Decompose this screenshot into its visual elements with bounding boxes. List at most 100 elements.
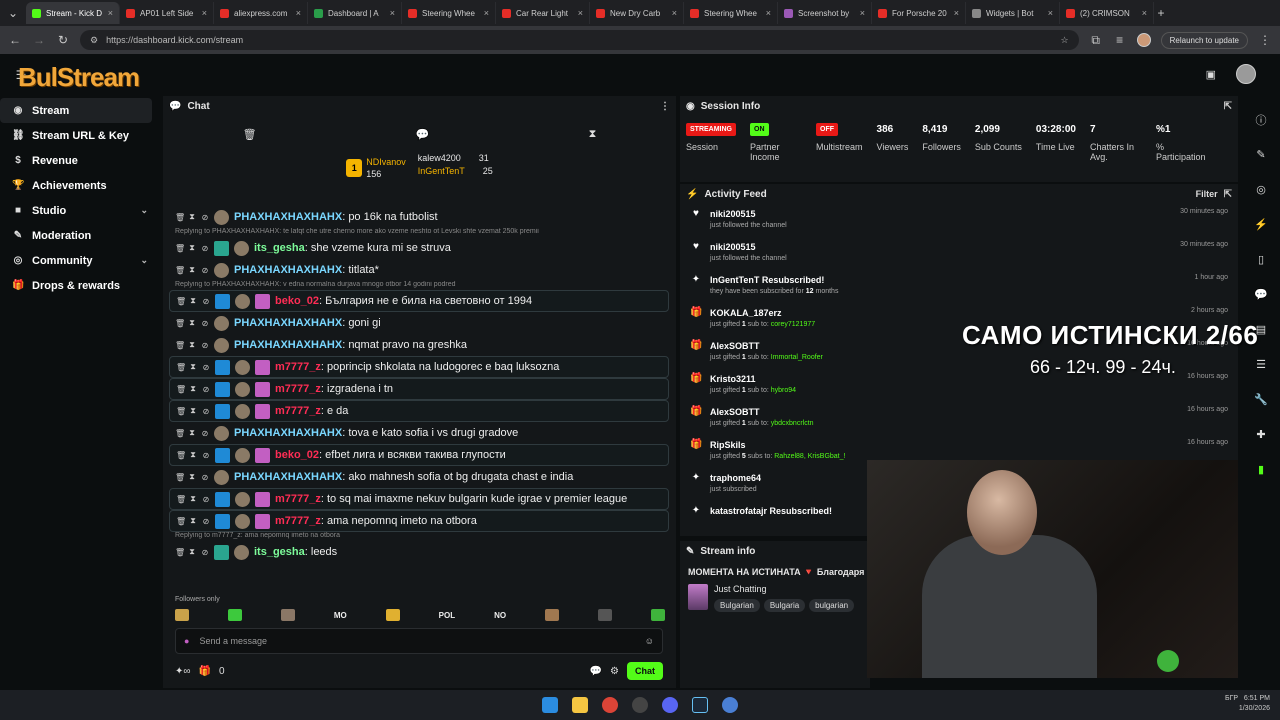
detail-recipient[interactable]: corey7121977	[771, 321, 815, 328]
browser-tab[interactable]: Stream - Kick D ×	[26, 2, 120, 24]
list-icon[interactable]: ☰	[1242, 347, 1280, 382]
edit-icon[interactable]: ✎	[1242, 137, 1280, 172]
sidebar-item-revenue[interactable]: $ Revenue	[0, 148, 160, 173]
ban-icon[interactable]: ⊘	[201, 341, 209, 350]
delete-message-icon[interactable]: 🗑	[175, 429, 185, 438]
delete-message-icon[interactable]: 🗑	[176, 451, 186, 460]
bookmark-star-icon[interactable]: ☆	[1061, 35, 1069, 46]
emote-icon[interactable]	[597, 609, 612, 621]
stream-tag[interactable]: Bulgarian	[714, 599, 760, 612]
discord-icon[interactable]	[662, 697, 678, 713]
chat-username[interactable]: m7777_z	[275, 493, 321, 505]
delete-message-icon[interactable]: 🗑	[176, 495, 186, 504]
media-icon[interactable]: ≡	[1113, 33, 1127, 47]
sidebar-item-moderation[interactable]: ✎ Moderation	[0, 223, 160, 248]
stat-value[interactable]: ON	[750, 122, 802, 136]
chat-message[interactable]: 🗑 ⧗ ⊘ its_gesha: she vzeme kura mi se struv…	[169, 237, 669, 259]
third-gifter[interactable]: InGentTenT	[418, 165, 465, 178]
browser-tab[interactable]: aliexpress.com ×	[214, 2, 308, 24]
activity-user[interactable]: AlexSOBTT	[710, 406, 1179, 418]
activity-user[interactable]: niki200515	[710, 241, 1172, 253]
tools-icon[interactable]: 🔧	[1242, 382, 1280, 417]
chevron-down-icon[interactable]: ⌄	[140, 205, 148, 216]
detail-recipient[interactable]: Rahzel88, KrisBGbat_!	[774, 453, 845, 460]
tab-close-icon[interactable]: ×	[578, 8, 583, 18]
emote-icon[interactable]	[545, 609, 560, 621]
timeout-icon[interactable]: ⧗	[188, 428, 196, 438]
ban-icon[interactable]: ⊘	[201, 319, 209, 328]
detail-recipient[interactable]: ybdcxbncrlctn	[771, 420, 814, 427]
ban-icon[interactable]: ⊘	[201, 266, 209, 275]
mic-icon[interactable]: ●	[184, 636, 189, 646]
timeout-icon[interactable]: ⧗	[189, 362, 197, 372]
tab-close-icon[interactable]: ×	[954, 8, 959, 18]
chat-message[interactable]: 🗑 ⧗ ⊘ m7777_z: e da	[169, 400, 669, 422]
chat-username[interactable]: beko_02	[275, 449, 319, 461]
menu-icon[interactable]: ⋮	[1258, 33, 1272, 47]
back-icon[interactable]: ←	[8, 33, 22, 47]
chat-message[interactable]: 🗑 ⧗ ⊘ m7777_z: to sq mai imaxme nekuv bulga…	[169, 488, 669, 510]
browser-tab[interactable]: AP01 Left Side ×	[120, 2, 214, 24]
emote-text[interactable]: MO	[334, 611, 347, 620]
ban-icon[interactable]: ⊘	[202, 517, 210, 526]
file-explorer-icon[interactable]	[572, 697, 588, 713]
chat-username[interactable]: PHAXHAXHAXHAHX	[234, 339, 342, 351]
profile-avatar[interactable]	[1136, 33, 1151, 47]
chat-settings-icon[interactable]: 💬	[416, 128, 430, 141]
trash-icon[interactable]: 🗑	[243, 128, 257, 141]
emoji-icon[interactable]: ☺	[645, 636, 654, 646]
tab-close-icon[interactable]: ×	[1048, 8, 1053, 18]
emote-text[interactable]: POL	[439, 611, 455, 620]
ban-icon[interactable]: ⊘	[202, 451, 210, 460]
delete-message-icon[interactable]: 🗑	[176, 363, 186, 372]
sidebar-item-studio[interactable]: ■ Studio ⌄	[0, 198, 160, 223]
ban-icon[interactable]: ⊘	[201, 473, 209, 482]
timeout-icon[interactable]: ⧗	[188, 265, 196, 275]
browser-tab[interactable]: Car Rear Light ×	[496, 2, 590, 24]
ban-icon[interactable]: ⊘	[201, 429, 209, 438]
timeout-icon[interactable]: ⧗	[189, 406, 197, 416]
delete-message-icon[interactable]: 🗑	[175, 244, 185, 253]
tab-close-icon[interactable]: ×	[672, 8, 677, 18]
delete-message-icon[interactable]: 🗑	[175, 341, 185, 350]
chat-rail-icon[interactable]: 💬	[1242, 277, 1280, 312]
ban-icon[interactable]: ⊘	[202, 297, 210, 306]
browser-tab[interactable]: Steering Whee ×	[402, 2, 496, 24]
stat-value[interactable]: STREAMING	[686, 122, 736, 136]
timeout-icon[interactable]: ⧗	[189, 494, 197, 504]
stat-value[interactable]: OFF	[816, 122, 863, 136]
gift-icon[interactable]: 🎁	[199, 666, 211, 677]
ban-icon[interactable]: ⊘	[201, 244, 209, 253]
app-icon[interactable]	[722, 697, 738, 713]
chat-message[interactable]: 🗑 ⧗ ⊘ m7777_z: poprincip shkolata na ludogo…	[169, 356, 669, 378]
browser-tab[interactable]: Screenshot by ×	[778, 2, 872, 24]
sidebar-item-stream-url-key[interactable]: ⛓ Stream URL & Key	[0, 123, 160, 148]
timeout-icon[interactable]: ⧗	[188, 547, 196, 557]
hourglass-icon[interactable]: ⧗	[589, 128, 597, 141]
timeout-icon[interactable]: ⧗	[188, 340, 196, 350]
activity-popout-icon[interactable]: ⇱	[1224, 189, 1232, 200]
site-info-icon[interactable]: ⚙	[90, 35, 98, 46]
timeout-icon[interactable]: ⧗	[189, 296, 197, 306]
category-name[interactable]: Just Chatting	[714, 584, 854, 594]
delete-message-icon[interactable]: 🗑	[175, 266, 185, 275]
chat-bubble-button-icon[interactable]: 💬	[590, 666, 602, 677]
chat-username[interactable]: PHAXHAXHAXHAHX	[234, 471, 342, 483]
browser-tab[interactable]: (2) CRIMSON ×	[1060, 2, 1154, 24]
chat-input[interactable]: ● Send a message ☺	[175, 628, 663, 654]
chat-username[interactable]: PHAXHAXHAXHAHX	[234, 317, 342, 329]
target-icon[interactable]: ◎	[1242, 172, 1280, 207]
ban-icon[interactable]: ⊘	[202, 407, 210, 416]
tab-close-icon[interactable]: ×	[766, 8, 771, 18]
extensions-icon[interactable]: ⧉	[1089, 33, 1103, 48]
chat-username[interactable]: PHAXHAXHAXHAHX	[234, 264, 342, 276]
sidebar-item-community[interactable]: ◎ Community ⌄	[0, 248, 160, 273]
more-options-icon[interactable]: ⋮	[660, 101, 670, 112]
first-gifter[interactable]: NDIvanov	[366, 156, 406, 168]
sidebar-item-achievements[interactable]: 🏆 Achievements	[0, 173, 160, 198]
chat-message[interactable]: 🗑 ⧗ ⊘ beko_02: efbet лига и всякви такива г…	[169, 444, 669, 466]
reply-context[interactable]: Replying to PHAXHAXHAXHAHX: te lafqt che…	[169, 228, 669, 237]
delete-message-icon[interactable]: 🗑	[176, 517, 186, 526]
reply-context[interactable]: Replying to m7777_z: ama nepomnq imeto n…	[169, 532, 669, 541]
chat-message[interactable]: 🗑 ⧗ ⊘ PHAXHAXHAXHAHX: tova e kato sofia i v…	[169, 422, 669, 444]
